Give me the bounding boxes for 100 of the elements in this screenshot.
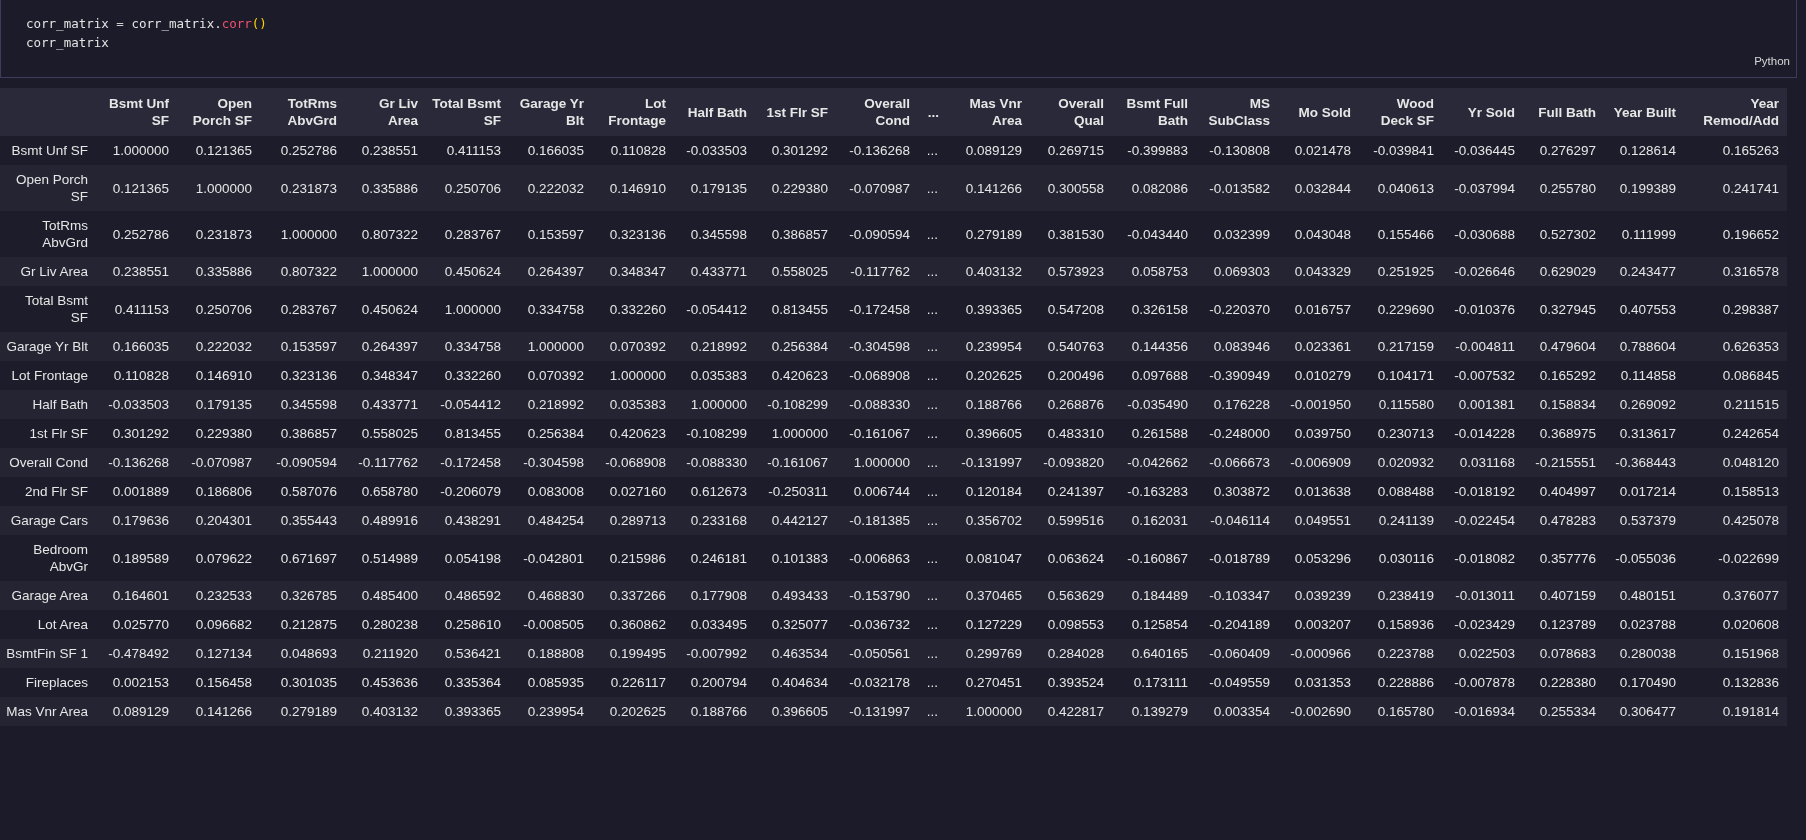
- table-cell: 0.450624: [426, 257, 509, 286]
- table-cell: 0.231873: [177, 211, 260, 257]
- table-cell: 0.211920: [345, 639, 426, 668]
- table-cell: 0.276297: [1523, 136, 1604, 165]
- table-cell: 0.563629: [1030, 581, 1112, 610]
- table-cell: 0.188766: [674, 697, 755, 726]
- table-cell: 0.166035: [96, 332, 177, 361]
- table-cell: 0.035383: [592, 390, 674, 419]
- table-cell: 0.212875: [260, 610, 345, 639]
- table-cell: 0.348347: [345, 361, 426, 390]
- table-cell: -0.004811: [1442, 332, 1523, 361]
- table-cell: -0.206079: [426, 477, 509, 506]
- table-cell: 0.025770: [96, 610, 177, 639]
- table-cell: 0.261588: [1112, 419, 1196, 448]
- table-cell: 0.396605: [947, 419, 1030, 448]
- table-cell: 0.468830: [509, 581, 592, 610]
- table-cell: 0.170490: [1604, 668, 1684, 697]
- table-cell: 0.035383: [674, 361, 755, 390]
- table-cell: 0.587076: [260, 477, 345, 506]
- table-cell: -0.304598: [509, 448, 592, 477]
- table-cell: 0.115580: [1359, 390, 1442, 419]
- table-cell: 0.537379: [1604, 506, 1684, 535]
- table-cell: -0.039841: [1359, 136, 1442, 165]
- table-cell: -0.007992: [674, 639, 755, 668]
- table-cell: 0.196652: [1684, 211, 1787, 257]
- table-cell: 1.000000: [592, 361, 674, 390]
- table-cell: 0.396605: [755, 697, 836, 726]
- table-cell: 0.030116: [1359, 535, 1442, 581]
- table-cell: -0.013011: [1442, 581, 1523, 610]
- table-cell: -0.478492: [96, 639, 177, 668]
- column-header: Year Remod/Add: [1684, 88, 1787, 136]
- table-cell: 0.121365: [177, 136, 260, 165]
- table-cell: -0.172458: [836, 286, 918, 332]
- row-header: Half Bath: [0, 390, 96, 419]
- table-cell: 0.229380: [755, 165, 836, 211]
- table-cell: 1.000000: [674, 390, 755, 419]
- table-cell: 0.256384: [509, 419, 592, 448]
- table-cell: 0.218992: [509, 390, 592, 419]
- table-cell: 0.376077: [1684, 581, 1787, 610]
- table-cell: 0.514989: [345, 535, 426, 581]
- row-header: Garage Yr Blt: [0, 332, 96, 361]
- table-cell: 0.357776: [1523, 535, 1604, 581]
- table-cell: 0.003207: [1278, 610, 1359, 639]
- table-cell: -0.090594: [836, 211, 918, 257]
- table-cell: -0.006909: [1278, 448, 1359, 477]
- table-cell: 0.111999: [1604, 211, 1684, 257]
- table-cell: -0.161067: [836, 419, 918, 448]
- table-cell: 0.325077: [755, 610, 836, 639]
- table-cell: ...: [918, 506, 947, 535]
- table-cell: 0.179636: [96, 506, 177, 535]
- table-cell: 0.269715: [1030, 136, 1112, 165]
- row-header: Lot Frontage: [0, 361, 96, 390]
- table-cell: -0.054412: [426, 390, 509, 419]
- table-cell: 0.083946: [1196, 332, 1278, 361]
- table-cell: 0.153597: [509, 211, 592, 257]
- table-cell: 0.403132: [947, 257, 1030, 286]
- row-header: Lot Area: [0, 610, 96, 639]
- table-cell: 0.484254: [509, 506, 592, 535]
- table-cell: 0.404634: [755, 668, 836, 697]
- table-cell: 0.027160: [592, 477, 674, 506]
- column-header: Yr Sold: [1442, 88, 1523, 136]
- table-cell: 0.629029: [1523, 257, 1604, 286]
- column-header: Bsmt Unf SF: [96, 88, 177, 136]
- table-cell: 0.211515: [1684, 390, 1787, 419]
- table-cell: ...: [918, 257, 947, 286]
- table-cell: 0.386857: [260, 419, 345, 448]
- table-cell: -0.068908: [592, 448, 674, 477]
- table-cell: -0.007878: [1442, 668, 1523, 697]
- table-cell: -0.037994: [1442, 165, 1523, 211]
- table-cell: 0.070392: [592, 332, 674, 361]
- table-cell: 1.000000: [345, 257, 426, 286]
- table-cell: 0.442127: [755, 506, 836, 535]
- table-cell: 0.558025: [755, 257, 836, 286]
- table-cell: 1.000000: [426, 286, 509, 332]
- table-cell: 0.179135: [674, 165, 755, 211]
- table-cell: 0.040613: [1359, 165, 1442, 211]
- table-cell: 1.000000: [96, 136, 177, 165]
- table-cell: 0.158834: [1523, 390, 1604, 419]
- table-cell: -0.036445: [1442, 136, 1523, 165]
- table-cell: 0.010279: [1278, 361, 1359, 390]
- table-cell: 0.048120: [1684, 448, 1787, 477]
- table-cell: 0.127134: [177, 639, 260, 668]
- table-cell: 0.132836: [1684, 668, 1787, 697]
- table-cell: 0.463534: [755, 639, 836, 668]
- table-cell: ...: [918, 419, 947, 448]
- table-cell: 0.089129: [947, 136, 1030, 165]
- table-cell: ...: [918, 165, 947, 211]
- column-header: Mas Vnr Area: [947, 88, 1030, 136]
- table-cell: 0.043329: [1278, 257, 1359, 286]
- table-cell: -0.032178: [836, 668, 918, 697]
- table-cell: 0.006744: [836, 477, 918, 506]
- table-cell: ...: [918, 390, 947, 419]
- table-cell: -0.046114: [1196, 506, 1278, 535]
- row-header: Garage Area: [0, 581, 96, 610]
- table-cell: -0.042662: [1112, 448, 1196, 477]
- table-cell: 0.081047: [947, 535, 1030, 581]
- column-header: Open Porch SF: [177, 88, 260, 136]
- table-cell: 0.144356: [1112, 332, 1196, 361]
- table-cell: 1.000000: [755, 419, 836, 448]
- column-header: ...: [918, 88, 947, 136]
